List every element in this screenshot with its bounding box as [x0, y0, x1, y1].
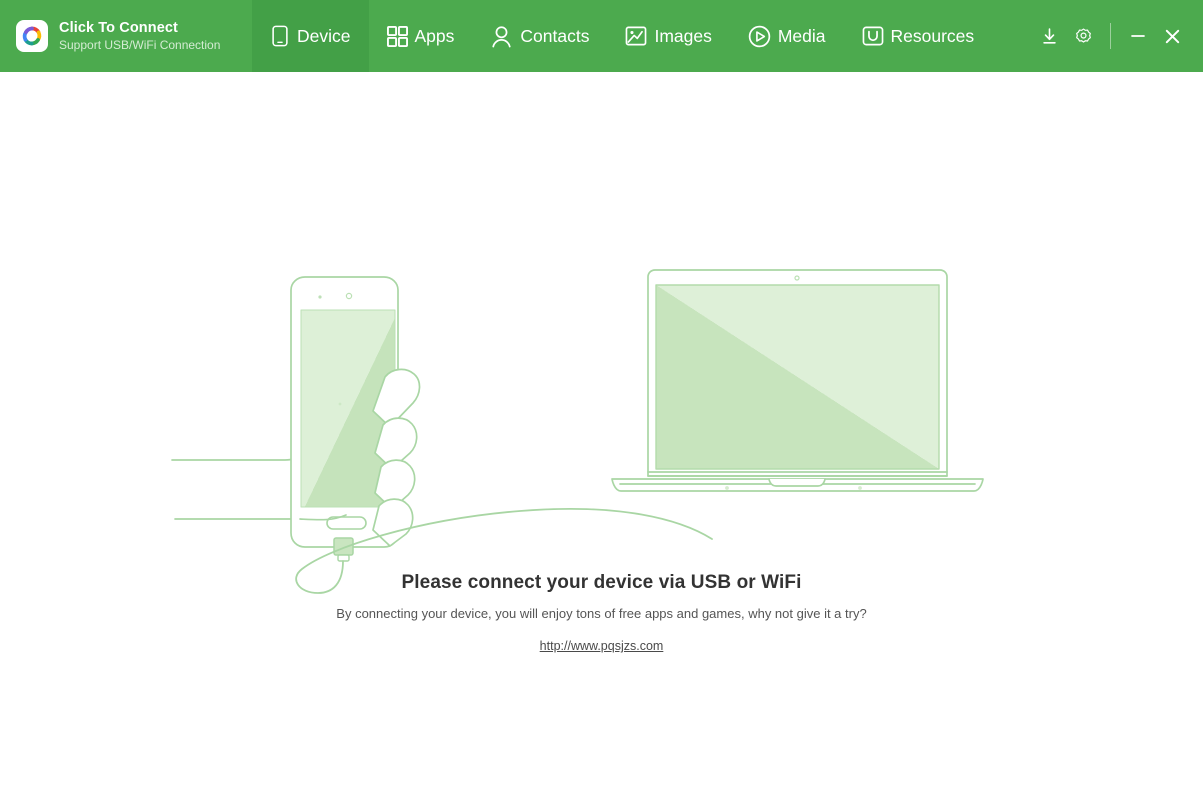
tab-resources[interactable]: Resources — [844, 0, 993, 72]
controls-divider — [1110, 23, 1111, 49]
picture-icon — [625, 25, 647, 47]
grid-icon — [386, 25, 408, 47]
caption-block: Please connect your device via USB or Wi… — [0, 572, 1203, 655]
close-icon[interactable] — [1155, 19, 1189, 53]
tab-device[interactable]: Device — [252, 0, 369, 72]
main-nav: Device Apps Contacts Images Media Resour… — [252, 0, 1032, 72]
play-icon — [748, 25, 771, 48]
toolbox-icon — [862, 25, 884, 47]
tab-contacts-label: Contacts — [520, 26, 590, 47]
title-bar: Click To Connect Support USB/WiFi Connec… — [0, 0, 1203, 72]
tab-contacts[interactable]: Contacts — [472, 0, 607, 72]
website-link[interactable]: http://www.pqsjzs.com — [540, 639, 664, 653]
tab-images-label: Images — [654, 26, 712, 47]
connection-illustration — [0, 267, 1203, 597]
pinwheel-logo-icon — [16, 20, 48, 52]
app-title: Click To Connect — [59, 19, 178, 36]
tab-apps[interactable]: Apps — [369, 0, 473, 72]
brand-area: Click To Connect Support USB/WiFi Connec… — [0, 0, 252, 72]
tab-apps-label: Apps — [414, 26, 455, 47]
page-subtitle: By connecting your device, you will enjo… — [336, 606, 867, 621]
tab-media-label: Media — [777, 26, 826, 47]
tab-resources-label: Resources — [890, 26, 975, 47]
tab-media[interactable]: Media — [730, 0, 844, 72]
gear-icon[interactable] — [1066, 19, 1100, 53]
phone-icon — [270, 25, 290, 47]
tab-images[interactable]: Images — [607, 0, 729, 72]
tab-device-label: Device — [297, 26, 351, 47]
brand-text: Click To Connect Support USB/WiFi Connec… — [59, 20, 220, 52]
window-controls — [1032, 0, 1203, 72]
page-title: Please connect your device via USB or Wi… — [401, 572, 802, 593]
content-area: Please connect your device via USB or Wi… — [0, 72, 1203, 800]
minimize-icon[interactable] — [1121, 19, 1155, 53]
app-subtitle: Support USB/WiFi Connection — [59, 37, 221, 52]
person-icon — [490, 25, 513, 48]
download-icon[interactable] — [1032, 19, 1066, 53]
